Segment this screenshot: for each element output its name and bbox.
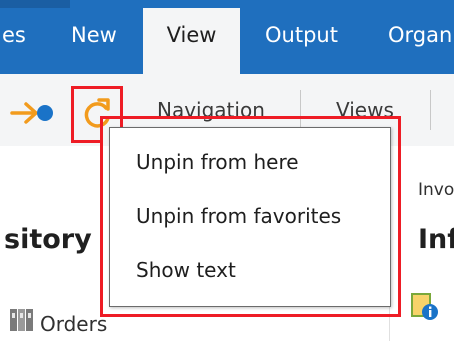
document-info-icon bbox=[410, 292, 440, 326]
tab-organ[interactable]: Organ bbox=[388, 22, 452, 48]
right-pane-heading: Inf bbox=[418, 224, 454, 255]
tab-es[interactable]: es bbox=[2, 22, 26, 48]
toolbar-separator bbox=[430, 90, 431, 130]
highlight-connector bbox=[100, 140, 103, 143]
menu-item-unpin-from-here[interactable]: Unpin from here bbox=[110, 140, 390, 184]
repository-heading: sitory bbox=[4, 224, 92, 255]
arrow-right-dot-icon[interactable] bbox=[6, 100, 56, 130]
tab-view[interactable]: View bbox=[143, 8, 240, 74]
right-pane-caption: Invo bbox=[418, 180, 454, 200]
menu-item-unpin-from-favorites[interactable]: Unpin from favorites bbox=[110, 194, 390, 238]
ribbon-top-strip bbox=[0, 0, 70, 8]
menu-item-show-text[interactable]: Show text bbox=[110, 248, 390, 292]
tab-output[interactable]: Output bbox=[265, 22, 338, 48]
folder-icon bbox=[10, 309, 34, 335]
context-menu: Unpin from here Unpin from favorites Sho… bbox=[109, 127, 391, 307]
list-item-orders[interactable]: Orders bbox=[40, 312, 107, 336]
app-window: es New View Output Organ Navigation View… bbox=[0, 0, 454, 341]
highlight-connector bbox=[71, 140, 103, 143]
highlight-connector bbox=[120, 86, 123, 119]
ribbon-tab-bar: es New View Output Organ bbox=[0, 0, 454, 74]
tab-new[interactable]: New bbox=[71, 22, 117, 48]
